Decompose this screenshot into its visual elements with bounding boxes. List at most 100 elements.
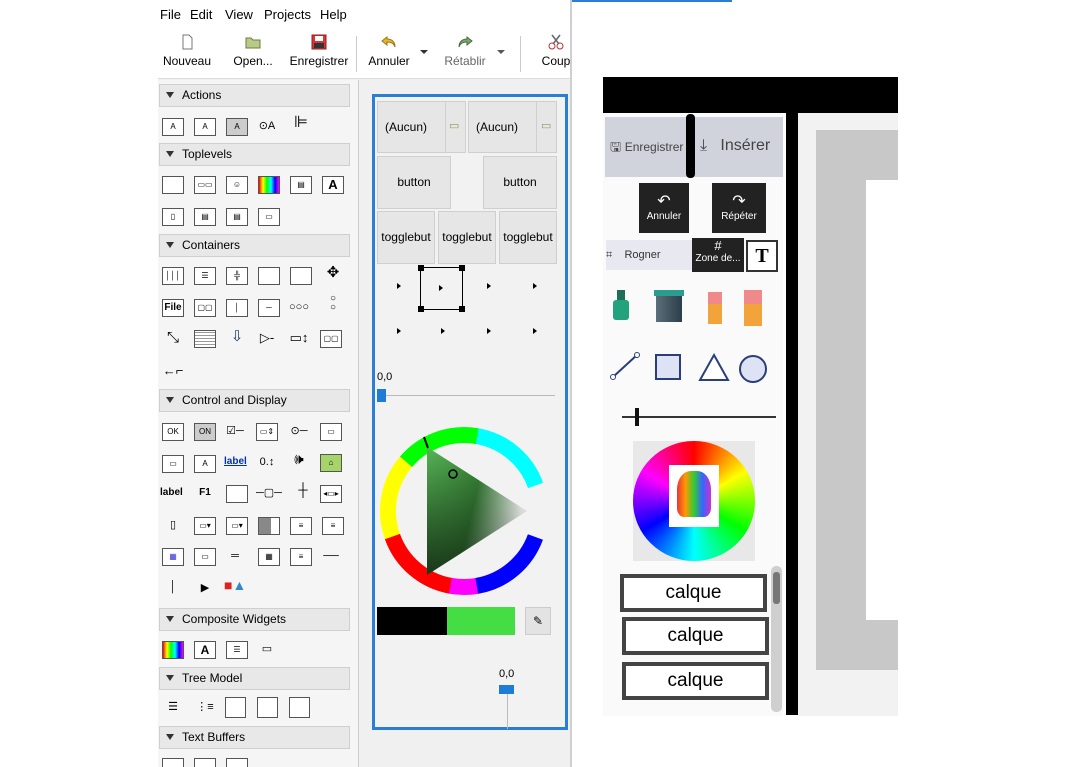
message-dialog-icon[interactable]: ☺ xyxy=(226,176,248,194)
tree-model-sort-icon[interactable] xyxy=(257,697,278,718)
menu-file[interactable]: File xyxy=(160,7,181,22)
eraser-small-icon[interactable] xyxy=(708,292,724,326)
hseparator-icon[interactable]: ── xyxy=(320,548,342,566)
menu-help[interactable]: Help xyxy=(320,7,347,22)
section-text-buffers[interactable]: Text Buffers xyxy=(159,726,350,749)
redo-dropdown[interactable] xyxy=(495,44,507,58)
hpaned-icon[interactable]: │ xyxy=(226,299,248,317)
file-chooser-icon[interactable]: ▤ xyxy=(290,176,312,194)
combo-entry-icon[interactable]: ▭▾ xyxy=(226,517,248,535)
color-wheel[interactable] xyxy=(377,424,552,599)
button-widget-icon[interactable]: OK xyxy=(162,423,184,441)
vbutton-box-icon[interactable]: ○ ○ xyxy=(322,294,344,313)
alignment-icon[interactable]: ←⌐ xyxy=(162,363,184,381)
fixed-icon[interactable] xyxy=(194,330,216,348)
tree-selection-icon[interactable] xyxy=(289,697,310,718)
progress-widget-icon[interactable] xyxy=(258,517,280,535)
brush-size-thumb[interactable] xyxy=(635,408,639,426)
layer-item[interactable]: calque xyxy=(622,662,769,700)
combo-box-icon[interactable]: ▭▾ xyxy=(194,517,216,535)
hscale-icon[interactable]: ─▢─ xyxy=(256,485,282,503)
hscale-track[interactable] xyxy=(381,395,555,396)
color-palette-button[interactable] xyxy=(633,441,755,561)
vbox-icon[interactable]: ☰ xyxy=(194,267,216,285)
menubar-widget-icon[interactable]: File xyxy=(162,299,184,317)
togglebutton-3[interactable]: togglebut xyxy=(499,211,557,264)
statusbar-icon[interactable]: ▭ xyxy=(194,548,216,566)
save-image-button[interactable]: 🖫 Enregistrer xyxy=(610,138,683,160)
vscrollbar-icon[interactable]: ▯ xyxy=(162,517,184,535)
about-dialog-icon[interactable]: ▤ xyxy=(194,208,216,226)
toolbar-widget-icon[interactable]: ▢▢ xyxy=(194,299,216,317)
vseparator-icon[interactable]: │ xyxy=(162,579,184,597)
dialog-icon[interactable]: ▭▭ xyxy=(194,176,216,194)
section-containers[interactable]: Containers xyxy=(159,234,350,257)
image-widget-icon[interactable]: ⌂ xyxy=(320,454,342,472)
app-chooser-icon[interactable]: ▤ xyxy=(226,208,248,226)
frame-icon[interactable] xyxy=(290,267,312,285)
marker-icon[interactable] xyxy=(612,290,630,324)
vpaned-icon[interactable]: ─ xyxy=(258,299,280,317)
text-tool-button[interactable]: T xyxy=(746,240,778,272)
drawing-area-icon[interactable]: ■▲ xyxy=(224,577,246,595)
selected-placeholder[interactable] xyxy=(418,265,465,312)
expander-widget-icon[interactable]: ▷- xyxy=(256,330,278,348)
button-box-icon[interactable]: ○○○ xyxy=(288,299,310,317)
radio-action-icon[interactable]: A xyxy=(226,118,248,136)
redo-button[interactable]: Rétablir xyxy=(440,34,490,68)
radio-button-icon[interactable]: ⊙─ xyxy=(288,423,310,441)
color-chooser-icon[interactable] xyxy=(258,176,280,194)
eyedropper-button[interactable]: ✎ xyxy=(525,607,551,635)
layer-item[interactable]: calque xyxy=(622,617,769,655)
font-button-icon[interactable]: A xyxy=(194,641,216,659)
icon-view-icon[interactable]: ▦ xyxy=(162,548,184,566)
layout-icon[interactable]: ⤡ xyxy=(162,330,184,348)
tree-view-icon[interactable]: ≡ xyxy=(322,517,344,535)
open-button[interactable]: Open... xyxy=(230,34,276,68)
file-chooser-button-icon[interactable]: ▭ xyxy=(320,423,342,441)
toggle-button-widget-icon[interactable]: ON xyxy=(194,423,216,441)
section-composite-widgets[interactable]: Composite Widgets xyxy=(159,608,350,631)
layers-scrollbar-thumb[interactable] xyxy=(773,572,780,604)
section-tree-model[interactable]: Tree Model xyxy=(159,667,350,690)
accel-label-icon[interactable]: label xyxy=(160,485,183,503)
section-control-display[interactable]: Control and Display xyxy=(159,389,350,412)
resize-handle[interactable] xyxy=(459,306,465,312)
app-chooser-widget-icon[interactable]: ☰ xyxy=(226,641,248,659)
move-icon[interactable]: ✥ xyxy=(322,265,344,283)
color-button-icon[interactable] xyxy=(162,641,184,659)
line-tool-icon[interactable] xyxy=(610,351,640,381)
viewport-icon[interactable]: ▭↕ xyxy=(288,330,310,348)
togglebutton-1[interactable]: togglebut xyxy=(377,211,435,264)
menu-view[interactable]: View xyxy=(225,7,253,22)
vruler-icon[interactable]: ≡ xyxy=(290,548,312,566)
selection-zone-button[interactable]: # Zone de... xyxy=(692,238,744,272)
scrollbar-icon[interactable]: ◂▭▸ xyxy=(320,485,342,503)
eraser-large-icon[interactable] xyxy=(744,290,764,328)
link-button-icon[interactable]: label xyxy=(224,454,247,472)
notebook-icon[interactable] xyxy=(258,267,280,285)
recent-action-icon[interactable]: ⊙A xyxy=(256,118,278,136)
rectangle-tool-icon[interactable] xyxy=(655,354,681,380)
arrow-icon[interactable]: ▶ xyxy=(194,580,216,598)
undo-dropdown[interactable] xyxy=(418,44,430,58)
hbox-icon[interactable]: │││ xyxy=(162,267,184,285)
new-button[interactable]: Nouveau xyxy=(162,34,212,68)
tree-model-filter-icon[interactable] xyxy=(225,697,246,718)
tree-store-icon[interactable]: ⋮≡ xyxy=(194,699,216,717)
text-tag-table-icon[interactable] xyxy=(226,758,248,767)
vscale-slider[interactable] xyxy=(499,685,514,694)
spin-button-icon[interactable]: ▭⇕ xyxy=(256,423,278,441)
undo-button[interactable]: Annuler xyxy=(364,34,414,68)
crop-button[interactable]: ⌗ Rogner xyxy=(606,240,692,270)
label-widget-icon[interactable]: A xyxy=(194,455,216,473)
separator-widget-icon[interactable]: ═ xyxy=(224,548,246,566)
save-button[interactable]: Enregistrer xyxy=(288,34,350,68)
event-box-icon[interactable]: ⇩ xyxy=(226,329,248,347)
text-buffer-icon[interactable] xyxy=(162,758,184,767)
entry-icon[interactable]: ▭ xyxy=(162,455,184,473)
text-view-icon[interactable]: ≡ xyxy=(290,517,312,535)
togglebutton-2[interactable]: togglebut xyxy=(438,211,496,264)
vscale-icon[interactable]: ┼ xyxy=(292,482,314,500)
undo-image-button[interactable]: ↶ Annuler xyxy=(639,183,689,233)
